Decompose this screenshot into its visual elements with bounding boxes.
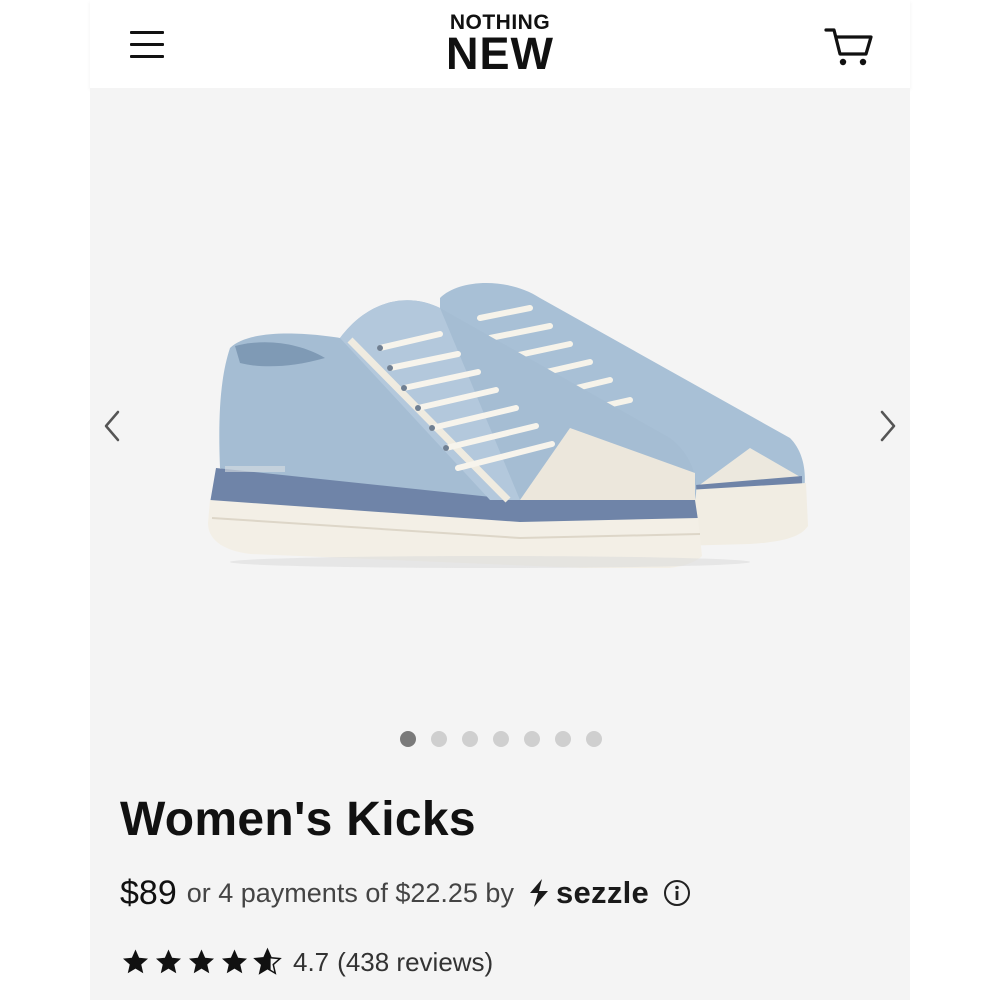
product-title: Women's Kicks bbox=[120, 793, 476, 846]
rating-row[interactable]: 4.7 (438 reviews) bbox=[120, 940, 493, 984]
hamburger-menu-icon-bar bbox=[130, 55, 164, 58]
installment-text: or 4 payments of $22.25 by bbox=[186, 877, 514, 908]
info-button[interactable] bbox=[663, 879, 691, 907]
menu-button[interactable] bbox=[128, 26, 168, 62]
product-price: $89 bbox=[120, 873, 177, 912]
product-page: NOTHING NEW Women's Kicks $89 or 4 payme… bbox=[90, 0, 910, 1000]
rating-summary: 4.7 (438 reviews) bbox=[293, 947, 493, 978]
sezzle-label: sezzle bbox=[555, 875, 650, 910]
chevron-left-icon bbox=[104, 410, 120, 442]
sezzle-logo[interactable]: sezzle bbox=[524, 875, 649, 911]
site-header: NOTHING NEW bbox=[90, 0, 910, 88]
pagination-dot-3[interactable] bbox=[462, 731, 478, 747]
shopping-cart-icon bbox=[824, 28, 873, 66]
pagination-dot-7[interactable] bbox=[586, 731, 602, 747]
star-icon-4 bbox=[222, 949, 247, 974]
hamburger-menu-icon-bar bbox=[130, 43, 164, 46]
cart-button[interactable] bbox=[822, 24, 876, 68]
sezzle-icon bbox=[529, 879, 548, 907]
star-icon-1 bbox=[123, 949, 148, 974]
price-row: $89 or 4 payments of $22.25 by sezzle bbox=[120, 870, 691, 916]
gallery-prev-button[interactable] bbox=[98, 406, 128, 446]
hamburger-menu-icon bbox=[130, 31, 164, 34]
pagination-dot-4[interactable] bbox=[493, 731, 509, 747]
star-half-icon bbox=[253, 947, 282, 975]
review-count: (438 reviews) bbox=[337, 946, 494, 977]
pagination-dot-5[interactable] bbox=[524, 731, 540, 747]
page-margin-right bbox=[910, 0, 1000, 1000]
star-rating bbox=[120, 947, 283, 977]
info-icon bbox=[664, 880, 691, 906]
page-margin-left bbox=[0, 0, 90, 1000]
star-icon-3 bbox=[189, 949, 214, 974]
pagination-dot-1[interactable] bbox=[400, 731, 416, 747]
product-gallery bbox=[90, 88, 910, 768]
pagination-dot-6[interactable] bbox=[555, 731, 571, 747]
front-shoe-illustration bbox=[208, 300, 702, 568]
rating-value: 4.7 bbox=[293, 946, 330, 977]
chevron-right-icon bbox=[880, 410, 896, 442]
logo-line-2: NEW bbox=[446, 28, 554, 79]
pagination-dot-2[interactable] bbox=[431, 731, 447, 747]
star-icon-2 bbox=[156, 949, 181, 974]
gallery-pagination bbox=[400, 731, 602, 747]
site-logo[interactable]: NOTHING NEW bbox=[420, 12, 580, 76]
product-image[interactable] bbox=[190, 238, 810, 568]
gallery-next-button[interactable] bbox=[872, 406, 902, 446]
